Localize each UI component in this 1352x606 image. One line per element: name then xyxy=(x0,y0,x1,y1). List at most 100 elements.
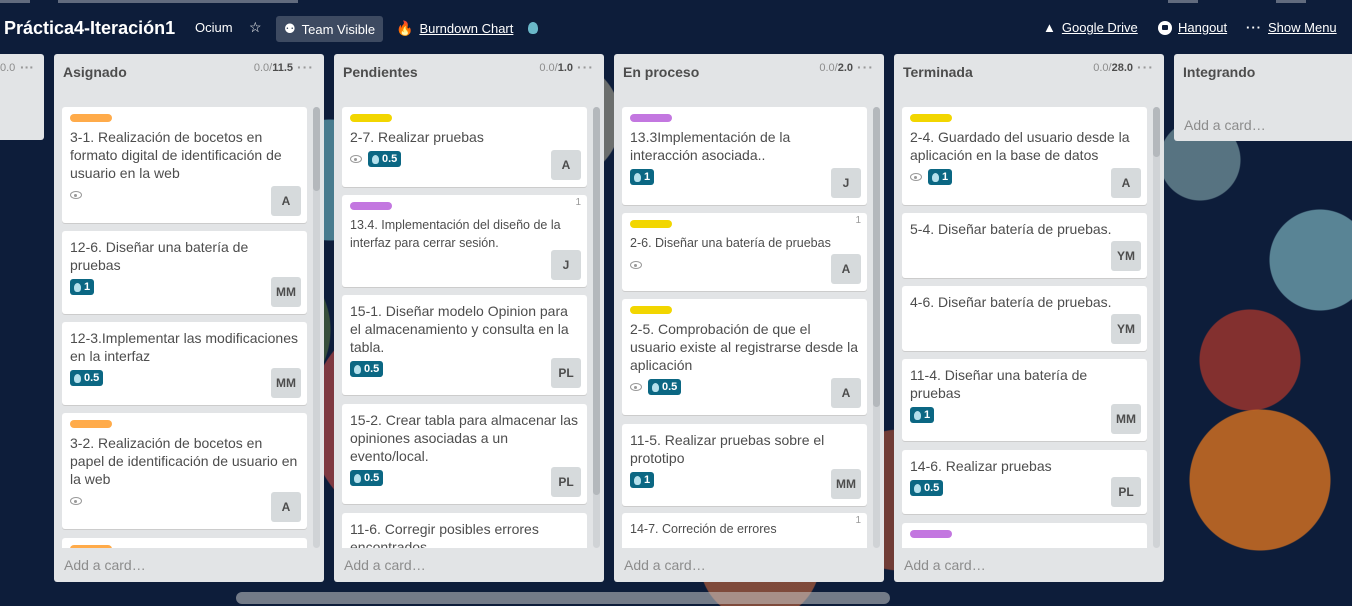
card-label xyxy=(70,114,112,122)
show-menu-button[interactable]: ··· Show Menu xyxy=(1246,20,1337,35)
list-menu-icon[interactable]: ··· xyxy=(297,59,314,75)
list-title[interactable]: Terminada xyxy=(903,64,973,80)
bulb-icon xyxy=(634,475,641,485)
card[interactable]: 14-6. Realizar pruebas 0.5 PL xyxy=(902,450,1147,514)
eye-icon xyxy=(910,173,922,181)
avatar[interactable]: A xyxy=(831,378,861,408)
avatar[interactable]: MM xyxy=(271,277,301,307)
add-card-button[interactable]: Add a card… xyxy=(624,557,706,573)
card-label xyxy=(630,220,672,228)
board-title[interactable]: Práctica4-Iteración1 xyxy=(4,18,175,39)
add-card-button[interactable]: Add a card… xyxy=(344,557,426,573)
visibility-button[interactable]: ⚉ Team Visible xyxy=(276,16,384,42)
avatar[interactable]: A xyxy=(271,186,301,216)
card[interactable]: 13.3Implementación de la interacción aso… xyxy=(622,107,867,205)
list-menu-icon[interactable]: ··· xyxy=(857,59,874,75)
avatar[interactable]: A xyxy=(551,150,581,180)
star-icon[interactable]: ☆ xyxy=(249,19,262,36)
add-card-button[interactable]: Add a card… xyxy=(1184,117,1266,133)
avatar[interactable]: MM xyxy=(1111,404,1141,434)
menu-dots-icon: ··· xyxy=(1246,20,1262,35)
bulb-icon[interactable] xyxy=(528,22,538,34)
list-menu-icon[interactable]: ··· xyxy=(20,59,34,75)
estimate-badge: 1 xyxy=(910,407,935,423)
estimate-badge: 1 xyxy=(630,169,655,185)
card[interactable] xyxy=(62,538,307,548)
bulb-icon xyxy=(74,373,81,383)
card[interactable]: 1 14-7. Correción de errores xyxy=(622,513,867,548)
card-title: 11-4. Diseñar una batería de pruebas xyxy=(910,367,1088,401)
eye-icon xyxy=(70,191,82,199)
avatar[interactable]: MM xyxy=(831,469,861,499)
board-header: Práctica4-Iteración1 Ocium ☆ ⚉ Team Visi… xyxy=(0,0,1352,58)
eye-icon xyxy=(350,155,362,163)
list-menu-icon[interactable]: ··· xyxy=(1137,59,1154,75)
card[interactable]: 15-1. Diseñar modelo Opinion para el alm… xyxy=(342,295,587,395)
comment-count: 1 xyxy=(575,197,581,208)
google-drive-label: Google Drive xyxy=(1061,20,1138,35)
add-card-button[interactable]: Add a card… xyxy=(64,557,146,573)
estimate-badge: 1 xyxy=(928,169,953,185)
list-scrollbar[interactable] xyxy=(1153,107,1160,548)
eye-icon xyxy=(70,497,82,505)
card-label xyxy=(350,114,392,122)
card[interactable]: 15-2. Crear tabla para almacenar las opi… xyxy=(342,404,587,504)
avatar[interactable]: YM xyxy=(1111,241,1141,271)
card[interactable]: 1 2-6. Diseñar una batería de pruebas A xyxy=(622,213,867,291)
card-title: 2-4. Guardado del usuario desde la aplic… xyxy=(910,129,1130,163)
avatar[interactable]: PL xyxy=(551,467,581,497)
card[interactable]: 11-6. Corregir posibles errores encontra… xyxy=(342,513,587,548)
avatar[interactable]: J xyxy=(551,250,581,280)
list-estimate: 0.0/28.0 xyxy=(1093,62,1133,74)
avatar[interactable]: PL xyxy=(1111,477,1141,507)
card[interactable]: 11-4. Diseñar una batería de pruebas 1 M… xyxy=(902,359,1147,441)
avatar[interactable]: J xyxy=(831,168,861,198)
card[interactable]: 1 13.4. Implementación del diseño de la … xyxy=(342,195,587,287)
list-title[interactable]: Pendientes xyxy=(343,64,418,80)
estimate-badge: 0.5 xyxy=(350,361,384,377)
add-card-button[interactable]: Add a card… xyxy=(904,557,986,573)
card[interactable]: 12-3.Implementar las modificaciones en l… xyxy=(62,322,307,405)
card[interactable]: 12-6. Diseñar una batería de pruebas 1 M… xyxy=(62,231,307,314)
card[interactable]: 11-5. Realizar pruebas sobre el prototip… xyxy=(622,424,867,506)
board-horizontal-scrollbar[interactable] xyxy=(236,592,890,604)
card[interactable] xyxy=(902,523,1147,548)
card-title: 3-2. Realización de bocetos en papel de … xyxy=(70,435,298,487)
eye-icon xyxy=(630,383,642,391)
hangout-link[interactable]: Hangout xyxy=(1158,20,1227,35)
list-title[interactable]: En proceso xyxy=(623,64,699,80)
avatar[interactable]: MM xyxy=(271,368,301,398)
list-title[interactable]: Asignado xyxy=(63,64,127,80)
card[interactable]: 3-2. Realización de bocetos en papel de … xyxy=(62,413,307,529)
list-pendientes: Pendientes 0.0/1.0 ··· 2-7. Realizar pru… xyxy=(334,54,604,582)
avatar[interactable]: A xyxy=(1111,168,1141,198)
card[interactable]: 2-7. Realizar pruebas 0.5 A xyxy=(342,107,587,187)
card-title: 2-5. Comprobación de que el usuario exis… xyxy=(630,321,859,373)
card[interactable]: 4-6. Diseñar batería de pruebas. YM xyxy=(902,286,1147,351)
list-scrollbar[interactable] xyxy=(873,107,880,548)
hangout-label: Hangout xyxy=(1178,20,1228,35)
bulb-icon xyxy=(652,382,659,392)
list-title[interactable]: Integrando xyxy=(1183,64,1255,80)
card[interactable]: 2-4. Guardado del usuario desde la aplic… xyxy=(902,107,1147,205)
list-en-proceso: En proceso 0.0/2.0 ··· 13.3Implementació… xyxy=(614,54,884,582)
avatar[interactable]: A xyxy=(271,492,301,522)
list-scrollbar[interactable] xyxy=(313,107,320,548)
burndown-link[interactable]: 🔥 Burndown Chart xyxy=(396,20,513,37)
avatar[interactable]: PL xyxy=(551,358,581,388)
card[interactable]: 2-5. Comprobación de que el usuario exis… xyxy=(622,299,867,415)
card-label xyxy=(630,306,672,314)
list-menu-icon[interactable]: ··· xyxy=(577,59,594,75)
team-name[interactable]: Ocium xyxy=(195,20,233,35)
card-title: 14-6. Realizar pruebas xyxy=(910,458,1052,474)
avatar[interactable]: YM xyxy=(1111,314,1141,344)
list-scrollbar[interactable] xyxy=(593,107,600,548)
comment-count: 1 xyxy=(855,515,861,526)
bulb-icon xyxy=(914,483,921,493)
avatar[interactable]: A xyxy=(831,254,861,284)
card[interactable]: 3-1. Realización de bocetos en formato d… xyxy=(62,107,307,223)
card-label xyxy=(70,420,112,428)
card[interactable]: 5-4. Diseñar batería de pruebas. YM xyxy=(902,213,1147,278)
google-drive-link[interactable]: ▲ Google Drive xyxy=(1043,20,1138,35)
card-title: 15-1. Diseñar modelo Opinion para el alm… xyxy=(350,303,569,355)
